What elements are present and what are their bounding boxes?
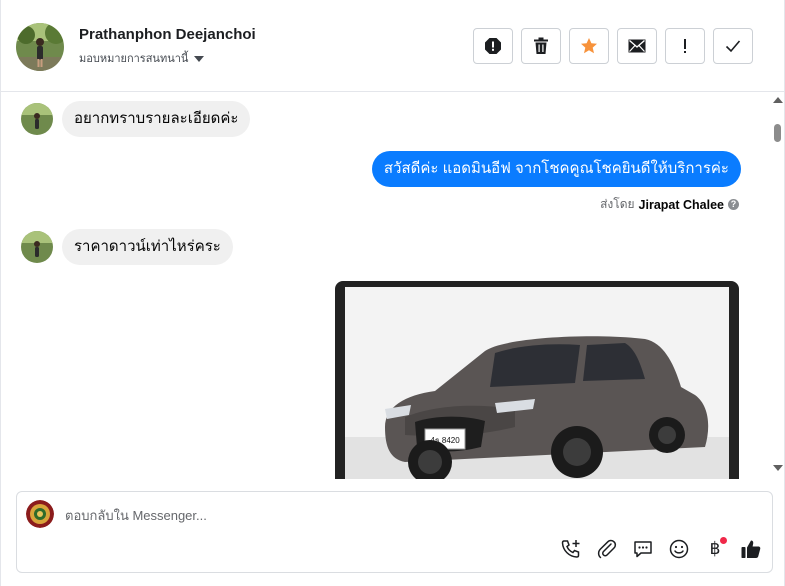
alert-circle-icon [485, 38, 501, 54]
exclamation-icon [684, 39, 686, 53]
contact-avatar-small[interactable] [21, 231, 53, 263]
call-button[interactable] [560, 538, 582, 560]
smiley-icon [669, 539, 689, 559]
sent-by-name[interactable]: Jirapat Chalee [639, 198, 724, 212]
incoming-message: อยากทราบรายละเอียดค่ะ [21, 101, 251, 137]
scroll-up-arrow-icon[interactable] [773, 97, 783, 103]
thread-scrollbar[interactable] [771, 93, 784, 479]
car-photo-attachment[interactable]: 4ธ 8420 [335, 281, 739, 479]
contact-avatar-small[interactable] [21, 103, 53, 135]
help-icon[interactable]: ? [728, 199, 739, 210]
delete-button[interactable] [521, 28, 561, 64]
message-thread[interactable]: อยากทราบรายละเอียดค่ะ สวัสดีค่ะ แอดมินอี… [1, 93, 771, 479]
mark-unread-button[interactable] [617, 28, 657, 64]
assign-conversation-dropdown[interactable]: มอบหมายการสนทนานี้ [79, 49, 205, 67]
contact-name[interactable]: Prathanphon Deejanchoi [79, 26, 256, 43]
car-photo: 4ธ 8420 [345, 287, 729, 479]
conversation-header: Prathanphon Deejanchoi มอบหมายการสนทนานี… [1, 0, 784, 92]
envelope-icon [628, 39, 646, 53]
attach-file-button[interactable] [596, 538, 618, 560]
message-bubble[interactable]: อยากทราบรายละเอียดค่ะ [62, 101, 251, 137]
composer-tools: ฿ [560, 537, 762, 560]
message-bubble[interactable]: ราคาดาวน์เท่าไหร่คระ [62, 229, 233, 265]
reply-composer: ฿ [16, 491, 773, 573]
trash-icon [534, 37, 548, 54]
payment-button[interactable]: ฿ [704, 537, 727, 560]
page-avatar [26, 500, 54, 528]
check-icon [725, 40, 741, 53]
chat-bubble-icon [634, 541, 652, 558]
reply-input[interactable] [65, 504, 705, 526]
paperclip-icon [597, 539, 617, 559]
scroll-thumb[interactable] [774, 124, 781, 142]
baht-icon: ฿ [709, 539, 721, 559]
conversation-actions [473, 28, 753, 64]
sent-by-info: ส่งโดย Jirapat Chalee ? [600, 195, 739, 214]
incoming-message: ราคาดาวน์เท่าไหร่คระ [21, 229, 233, 265]
scroll-down-arrow-icon[interactable] [773, 465, 783, 471]
follow-up-button[interactable] [665, 28, 705, 64]
phone-plus-icon [561, 540, 580, 558]
assign-conversation-label: มอบหมายการสนทนานี้ [79, 53, 189, 65]
inbox-conversation-panel: Prathanphon Deejanchoi มอบหมายการสนทนานี… [0, 0, 785, 586]
mark-done-button[interactable] [713, 28, 753, 64]
thumbs-up-icon [741, 540, 761, 558]
star-icon [581, 38, 597, 54]
mark-spam-button[interactable] [473, 28, 513, 64]
like-button[interactable] [740, 538, 762, 560]
contact-avatar[interactable] [16, 23, 64, 71]
emoji-button[interactable] [668, 538, 690, 560]
outgoing-message-bubble[interactable]: สวัสดีค่ะ แอดมินอีฟ จากโชคคูณโชคยินดีให้… [371, 151, 741, 187]
star-button[interactable] [569, 28, 609, 64]
notification-dot [720, 537, 727, 544]
sent-by-prefix: ส่งโดย [600, 197, 635, 211]
caret-down-icon [194, 55, 205, 62]
saved-replies-button[interactable] [632, 538, 654, 560]
